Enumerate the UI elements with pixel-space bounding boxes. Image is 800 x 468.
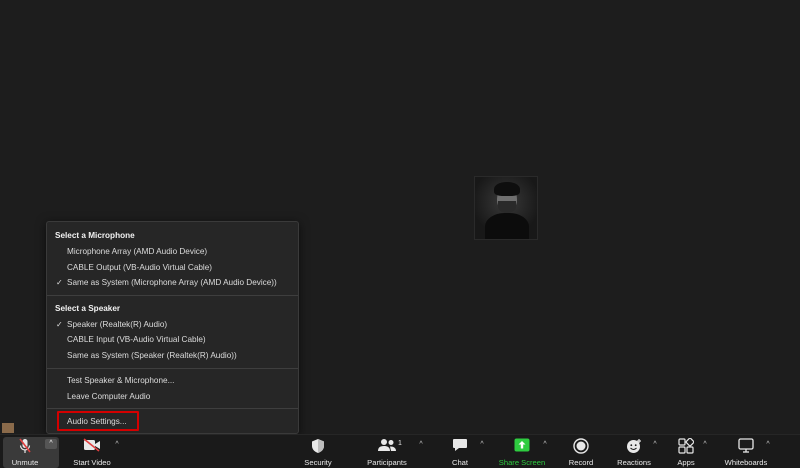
participants-label: Participants <box>367 458 407 467</box>
participants-icon <box>378 439 396 451</box>
meeting-toolbar: Unmute ^ Start Video ^ Security Particip… <box>0 434 800 468</box>
microphone-section-title: Select a Microphone <box>55 231 135 240</box>
participant-photo-hair <box>494 182 520 196</box>
whiteboards-label: Whiteboards <box>724 458 768 467</box>
security-label: Security <box>304 458 332 467</box>
share-screen-icon <box>514 438 530 452</box>
audio-options-caret[interactable]: ^ <box>45 439 57 449</box>
shield-icon <box>312 439 324 453</box>
participant-photo-beard <box>498 201 516 213</box>
participant-video-tile[interactable] <box>474 176 538 240</box>
leave-computer-audio-item[interactable]: Leave Computer Audio <box>67 392 150 401</box>
participants-button[interactable]: Participants <box>362 435 412 468</box>
security-button[interactable]: Security <box>296 435 340 468</box>
apps-grid-icon <box>678 438 694 454</box>
share-screen-label: Share Screen <box>498 458 546 467</box>
participants-options-caret[interactable]: ^ <box>416 440 426 450</box>
menu-divider <box>47 408 298 409</box>
start-video-button[interactable]: Start Video <box>66 435 118 468</box>
unmute-button[interactable]: Unmute <box>3 435 47 468</box>
speaker-option-realtek[interactable]: Speaker (Realtek(R) Audio) <box>67 320 167 329</box>
menu-divider <box>47 368 298 369</box>
test-speaker-microphone-item[interactable]: Test Speaker & Microphone... <box>67 376 174 385</box>
mic-selected-check-icon: ✓ <box>56 278 63 287</box>
record-label: Record <box>568 458 594 467</box>
record-button[interactable]: Record <box>562 435 600 468</box>
speaker-option-same-as-system[interactable]: Same as System (Speaker (Realtek(R) Audi… <box>67 351 237 360</box>
chat-button[interactable]: Chat <box>440 435 480 468</box>
apps-button[interactable]: Apps <box>668 435 704 468</box>
self-video-thumbnail[interactable] <box>2 423 14 433</box>
share-options-caret[interactable]: ^ <box>540 440 550 450</box>
mic-option-cable-output[interactable]: CABLE Output (VB-Audio Virtual Cable) <box>67 263 212 272</box>
mic-option-same-as-system[interactable]: Same as System (Microphone Array (AMD Au… <box>67 278 277 287</box>
record-icon <box>573 438 589 454</box>
whiteboards-options-caret[interactable]: ^ <box>763 440 773 450</box>
video-off-icon <box>83 438 100 452</box>
chat-options-caret[interactable]: ^ <box>477 440 487 450</box>
audio-options-menu: Select a Microphone Microphone Array (AM… <box>46 221 299 434</box>
audio-settings-item[interactable]: Audio Settings... <box>67 417 127 426</box>
unmute-label: Unmute <box>11 458 39 467</box>
apps-label: Apps <box>677 458 695 467</box>
reactions-label: Reactions <box>617 458 651 467</box>
mic-option-microphone-array[interactable]: Microphone Array (AMD Audio Device) <box>67 247 207 256</box>
reactions-options-caret[interactable]: ^ <box>650 440 660 450</box>
speaker-option-cable-input[interactable]: CABLE Input (VB-Audio Virtual Cable) <box>67 335 206 344</box>
speaker-selected-check-icon: ✓ <box>56 320 63 329</box>
speaker-section-title: Select a Speaker <box>55 304 121 313</box>
menu-divider <box>47 295 298 296</box>
start-video-label: Start Video <box>73 458 111 467</box>
smiley-face-icon <box>627 439 641 453</box>
participant-photo-body <box>485 213 529 239</box>
chat-bubble-icon <box>453 439 467 451</box>
apps-options-caret[interactable]: ^ <box>700 440 710 450</box>
whiteboard-icon <box>738 438 754 453</box>
video-options-caret[interactable]: ^ <box>112 440 122 450</box>
participants-count-badge: 1 <box>398 440 402 447</box>
chat-label: Chat <box>451 458 469 467</box>
muted-microphone-icon <box>19 438 31 453</box>
